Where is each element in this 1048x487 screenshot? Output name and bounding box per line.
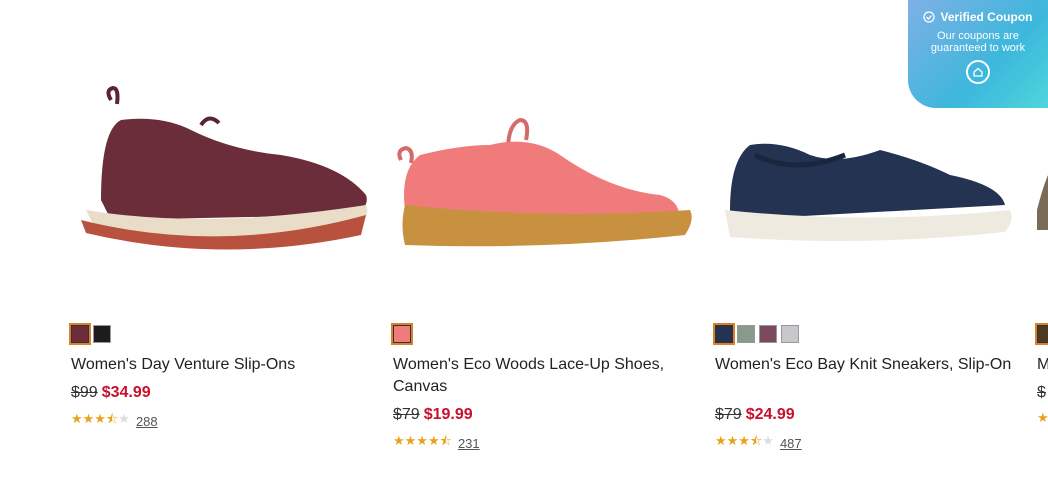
check-circle-icon bbox=[923, 11, 936, 23]
product-name[interactable]: Women's Day Venture Slip-Ons bbox=[71, 354, 371, 376]
product-card[interactable]: Women's Eco Woods Lace-Up Shoes, Canvas … bbox=[391, 0, 693, 487]
price-original: $79 bbox=[393, 406, 420, 423]
product-image[interactable] bbox=[393, 80, 693, 280]
price: $ bbox=[1037, 384, 1046, 402]
star-rating-icon: ★★★★⯪ bbox=[393, 433, 452, 448]
coupon-title-text: Verified Coupon bbox=[940, 10, 1033, 24]
star-rating-icon: ★★★⯪★ bbox=[715, 433, 774, 448]
rating: ★★★⯪★ 487 bbox=[715, 432, 802, 454]
price-sale: $19.99 bbox=[423, 406, 473, 423]
price-sale: $24.99 bbox=[745, 406, 795, 423]
review-count-link[interactable]: 231 bbox=[458, 436, 480, 451]
coupon-home-icon[interactable] bbox=[966, 60, 990, 84]
coupon-line1: Our coupons are bbox=[937, 30, 1019, 42]
color-swatches bbox=[69, 323, 111, 345]
price: $79 $24.99 bbox=[715, 406, 795, 424]
coupon-subtitle: Our coupons are guaranteed to work bbox=[908, 30, 1048, 54]
swatch[interactable] bbox=[1035, 323, 1048, 345]
swatch[interactable] bbox=[391, 323, 413, 345]
price: $99 $34.99 bbox=[71, 384, 151, 402]
swatch[interactable] bbox=[69, 323, 91, 345]
swatch[interactable] bbox=[713, 323, 735, 345]
star-rating-icon: ★★★⯪★ bbox=[71, 411, 130, 426]
product-card[interactable]: Women's Day Venture Slip-Ons $99 $34.99 ★… bbox=[69, 0, 371, 487]
price-original: $99 bbox=[71, 384, 98, 401]
price-original: $79 bbox=[715, 406, 742, 423]
product-name[interactable]: Women's Eco Woods Lace-Up Shoes, Canvas bbox=[393, 354, 693, 398]
price-original: $ bbox=[1037, 384, 1046, 401]
price-sale: $34.99 bbox=[101, 384, 151, 401]
price: $79 $19.99 bbox=[393, 406, 473, 424]
swatch[interactable] bbox=[759, 325, 777, 343]
rating: ★ bbox=[1037, 410, 1048, 426]
rating: ★★★★⯪ 231 bbox=[393, 432, 480, 454]
product-image[interactable] bbox=[715, 80, 1015, 280]
star-rating-icon: ★ bbox=[1037, 410, 1048, 425]
product-image[interactable] bbox=[71, 80, 371, 280]
color-swatches bbox=[713, 323, 799, 345]
coupon-title: Verified Coupon bbox=[908, 10, 1048, 24]
rating: ★★★⯪★ 288 bbox=[71, 410, 158, 432]
swatch[interactable] bbox=[93, 325, 111, 343]
product-name[interactable]: M bbox=[1037, 354, 1048, 376]
coupon-line2: guaranteed to work bbox=[930, 42, 1026, 54]
color-swatches bbox=[1035, 323, 1048, 345]
swatch[interactable] bbox=[737, 325, 755, 343]
verified-coupon-widget[interactable]: Verified Coupon Our coupons are guarante… bbox=[908, 0, 1048, 108]
product-carousel: Women's Day Venture Slip-Ons $99 $34.99 ★… bbox=[0, 0, 1048, 487]
product-image[interactable] bbox=[1037, 80, 1048, 280]
review-count-link[interactable]: 487 bbox=[780, 436, 802, 451]
swatch[interactable] bbox=[781, 325, 799, 343]
color-swatches bbox=[391, 323, 413, 345]
product-name[interactable]: Women's Eco Bay Knit Sneakers, Slip-On bbox=[715, 354, 1015, 376]
review-count-link[interactable]: 288 bbox=[136, 414, 158, 429]
